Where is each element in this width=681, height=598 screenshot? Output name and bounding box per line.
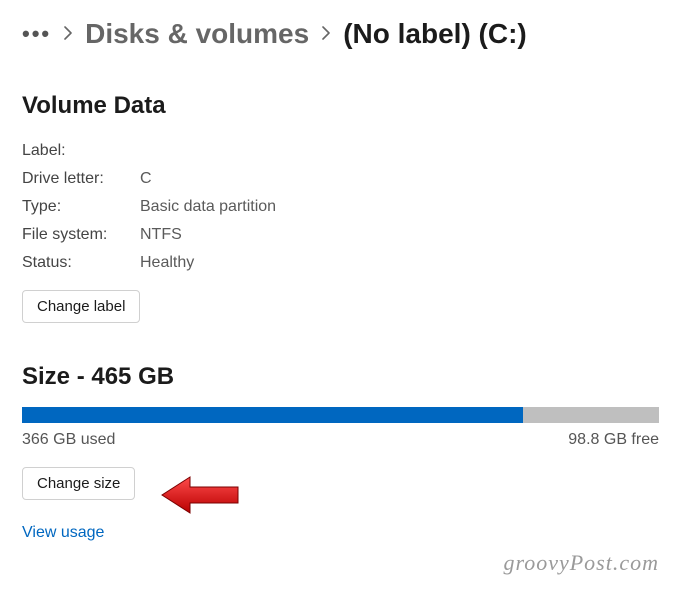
breadcrumb: ••• Disks & volumes (No label) (C:) <box>22 18 659 50</box>
file-system-value: NTFS <box>140 226 659 244</box>
change-size-button[interactable]: Change size <box>22 467 135 500</box>
label-label: Label: <box>22 142 140 160</box>
chevron-right-icon <box>63 26 73 43</box>
annotation-arrow-icon <box>160 475 240 515</box>
breadcrumb-ellipsis[interactable]: ••• <box>22 23 51 45</box>
status-value: Healthy <box>140 254 659 272</box>
change-label-button[interactable]: Change label <box>22 290 140 323</box>
drive-letter-label: Drive letter: <box>22 170 140 188</box>
breadcrumb-current: (No label) (C:) <box>343 18 527 50</box>
type-value: Basic data partition <box>140 198 659 216</box>
size-bar-labels: 366 GB used 98.8 GB free <box>22 431 659 449</box>
size-bar <box>22 407 659 423</box>
breadcrumb-disks-volumes[interactable]: Disks & volumes <box>85 18 309 50</box>
status-label: Status: <box>22 254 140 272</box>
size-used-text: 366 GB used <box>22 431 115 449</box>
size-heading: Size - 465 GB <box>22 363 659 391</box>
drive-letter-value: C <box>140 170 659 188</box>
file-system-label: File system: <box>22 226 140 244</box>
size-free-text: 98.8 GB free <box>568 431 659 449</box>
view-usage-link[interactable]: View usage <box>22 524 104 542</box>
chevron-right-icon <box>321 26 331 43</box>
size-bar-used <box>22 407 523 423</box>
volume-properties: Label: Drive letter: C Type: Basic data … <box>22 142 659 272</box>
watermark: groovyPost.com <box>503 550 659 576</box>
volume-data-heading: Volume Data <box>22 92 659 120</box>
label-value <box>140 142 659 160</box>
type-label: Type: <box>22 198 140 216</box>
